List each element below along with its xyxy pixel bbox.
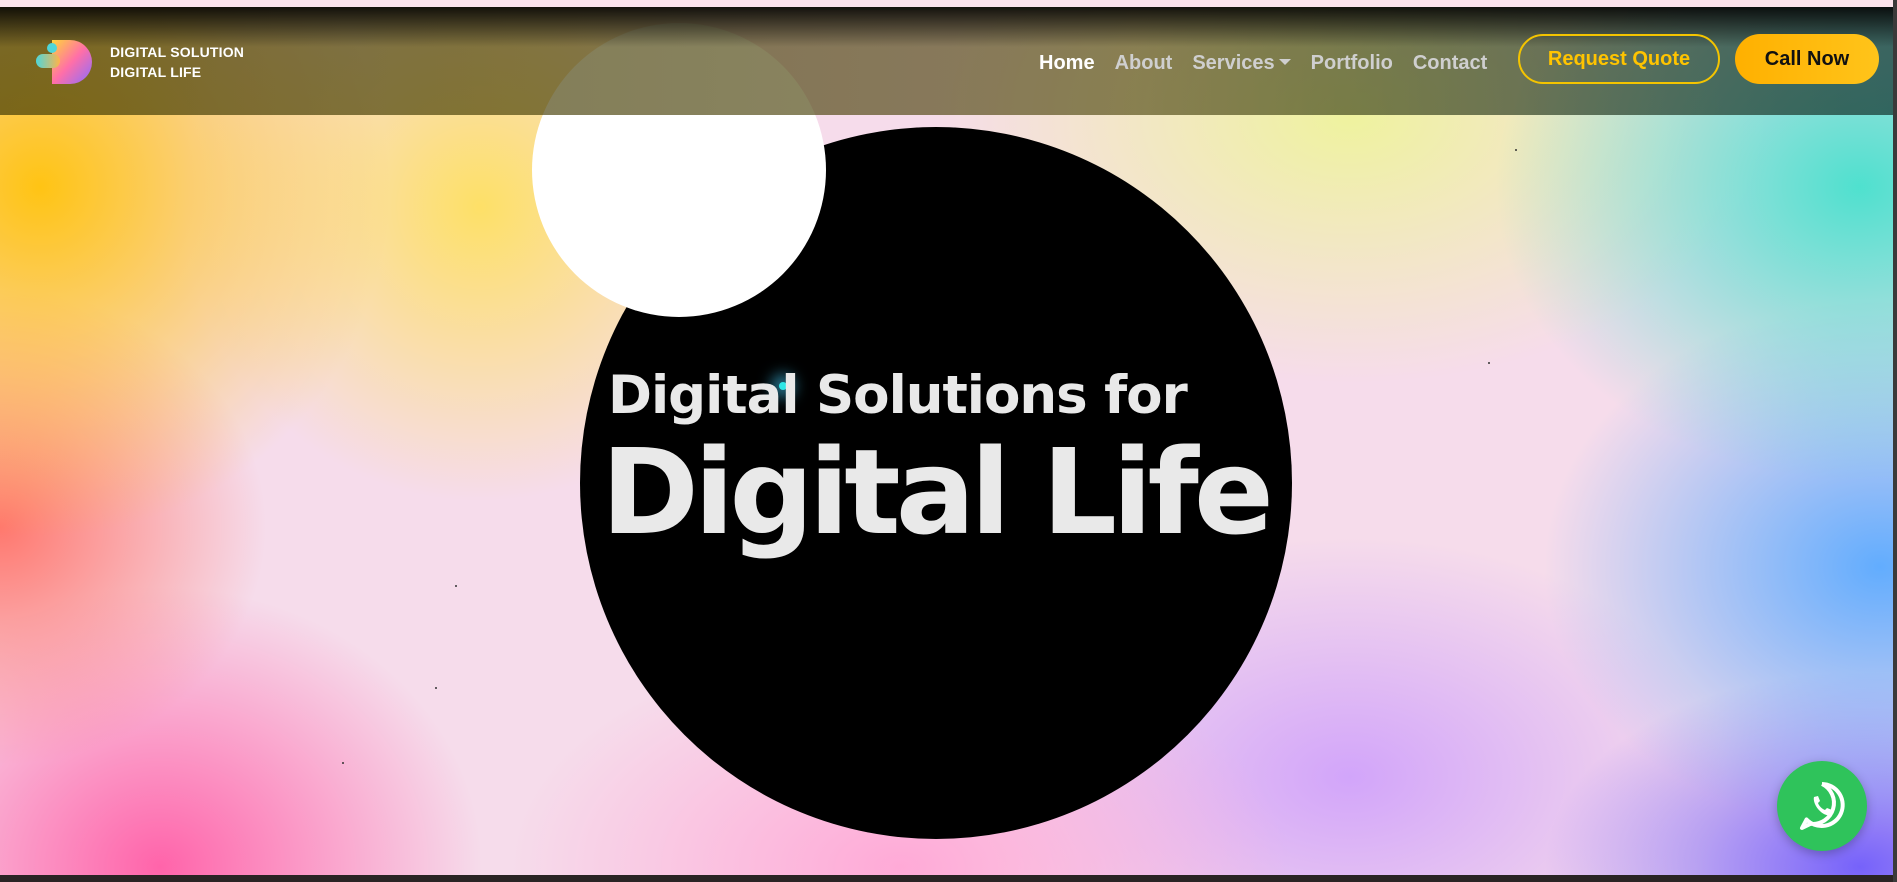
- navbar: DIGITAL SOLUTION DIGITAL LIFE Home About…: [0, 7, 1893, 115]
- brand-name: DIGITAL SOLUTION DIGITAL LIFE: [110, 42, 244, 82]
- speck: [1515, 149, 1517, 151]
- hero-title: Digital Life: [601, 423, 1274, 561]
- d-logo-icon: [36, 40, 92, 84]
- main-nav: Home About Services Portfolio Contact: [1039, 49, 1507, 77]
- nav-home[interactable]: Home: [1039, 49, 1095, 77]
- nav-contact[interactable]: Contact: [1413, 49, 1487, 77]
- nav-about[interactable]: About: [1115, 49, 1173, 77]
- scrollbar-edge: [1893, 0, 1897, 882]
- speck: [435, 687, 437, 689]
- nav-portfolio[interactable]: Portfolio: [1311, 49, 1393, 77]
- speck: [1488, 362, 1490, 364]
- top-strip: [0, 0, 1897, 7]
- nav-services[interactable]: Services: [1192, 49, 1291, 77]
- brand-line-1: DIGITAL SOLUTION: [110, 44, 245, 60]
- nav-services-label: Services: [1192, 52, 1275, 74]
- speck: [342, 762, 344, 764]
- brand-line-2: DIGITAL LIFE: [110, 64, 202, 80]
- hero-section: Digital Solutions for Digital Life: [0, 7, 1897, 875]
- whatsapp-icon: [1800, 782, 1845, 830]
- call-now-button[interactable]: Call Now: [1735, 34, 1879, 84]
- speck: [455, 585, 457, 587]
- request-quote-button[interactable]: Request Quote: [1518, 34, 1720, 84]
- logo-link[interactable]: DIGITAL SOLUTION DIGITAL LIFE: [0, 7, 260, 115]
- whatsapp-button[interactable]: [1777, 761, 1867, 851]
- chevron-down-icon: [1278, 59, 1291, 65]
- bottom-strip: [0, 875, 1897, 882]
- hero-subtitle: Digital Solutions for: [608, 365, 1188, 426]
